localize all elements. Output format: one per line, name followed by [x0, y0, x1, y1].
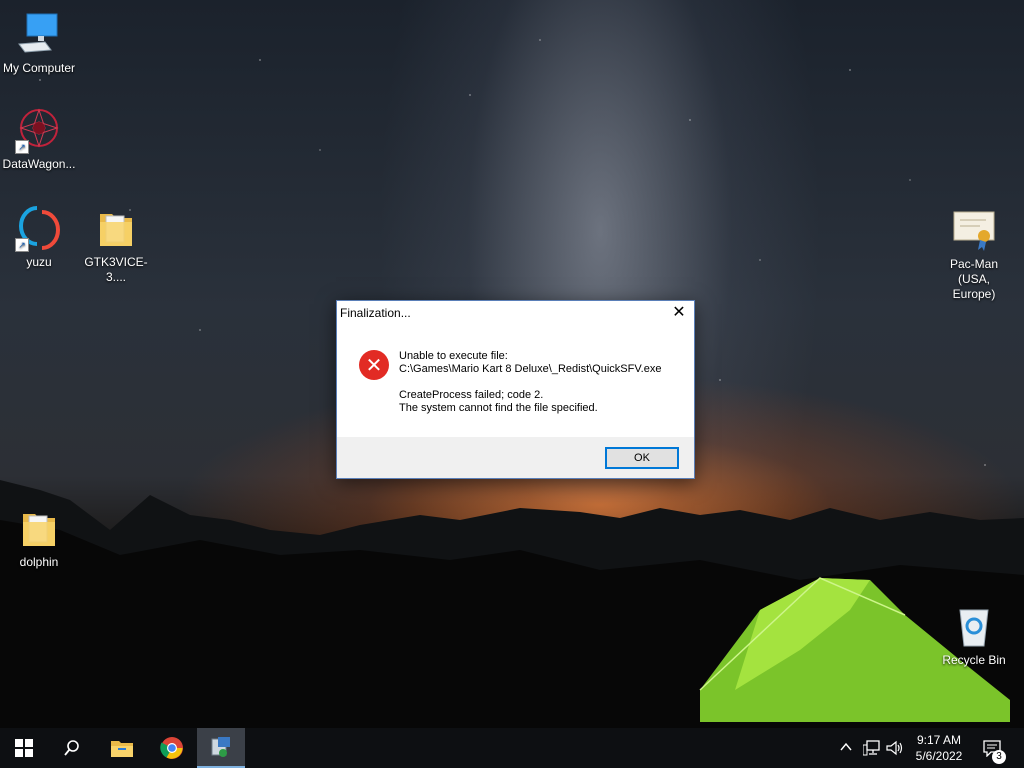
desktop-icon-dolphin[interactable]: dolphin	[1, 504, 77, 570]
desktop-icon-label: My Computer	[2, 61, 76, 75]
desktop-icon-label: Pac-Man (USA, Europe)	[949, 257, 999, 301]
windows-logo-icon	[15, 739, 33, 757]
desktop-icon-pac-man[interactable]: Pac-Man (USA, Europe)	[936, 206, 1012, 302]
error-icon: ✕	[359, 350, 389, 380]
recycle-bin-icon	[950, 602, 998, 650]
message-line: The system cannot find the file specifie…	[399, 402, 598, 414]
desktop-icon-my-computer[interactable]: My Computer	[1, 10, 77, 76]
chrome-icon	[160, 737, 183, 759]
clock-date: 5/6/2022	[915, 749, 963, 763]
desktop-icon-gtk3vice[interactable]: GTK3VICE-3....	[78, 204, 154, 285]
desktop-icon-label: DataWagon...	[2, 157, 76, 171]
dialog-body: ✕ Unable to execute file: C:\Games\Mario…	[337, 325, 694, 437]
desktop-icon-label: dolphin	[19, 555, 59, 569]
message-line: Unable to execute file:	[399, 350, 508, 362]
notification-count-badge: 3	[992, 750, 1006, 764]
desktop-icon-label: yuzu	[26, 255, 52, 269]
computer-icon	[15, 10, 63, 58]
message-line: CreateProcess failed; code 2.	[399, 389, 544, 401]
dialog-title: Finalization...	[340, 306, 411, 320]
clock[interactable]: 9:17 AM 5/6/2022	[908, 732, 970, 764]
folder-icon	[111, 741, 133, 757]
file-explorer-button[interactable]	[98, 728, 146, 768]
taskbar: 9:17 AM 5/6/2022 3	[0, 728, 1024, 768]
folder-icon	[15, 504, 63, 552]
close-button[interactable]: ✕	[664, 301, 694, 325]
desktop-icon-label: GTK3VICE-3....	[84, 255, 148, 284]
ok-button[interactable]: OK	[605, 447, 679, 469]
installer-button[interactable]	[197, 728, 245, 768]
dialog-message: Unable to execute file: C:\Games\Mario K…	[399, 350, 661, 415]
volume-icon[interactable]	[886, 740, 904, 756]
message-file-path: C:\Games\Mario Kart 8 Deluxe\_Redist\Qui…	[399, 363, 662, 375]
network-icon[interactable]	[863, 740, 881, 756]
chrome-button[interactable]	[148, 728, 196, 768]
chevron-up-icon[interactable]	[840, 742, 852, 752]
search-icon	[64, 740, 79, 756]
desktop-icon-datawagon[interactable]: ↗ DataWagon...	[1, 106, 77, 172]
datawagon-icon: ↗	[15, 106, 63, 154]
search-button[interactable]	[48, 728, 96, 768]
wallpaper-landscape	[0, 480, 1024, 730]
certificate-file-icon	[950, 206, 998, 254]
desktop-icon-recycle-bin[interactable]: Recycle Bin	[936, 602, 1012, 668]
shortcut-arrow-icon: ↗	[15, 238, 29, 252]
start-button[interactable]	[0, 728, 48, 768]
installer-icon	[211, 737, 230, 757]
clock-time: 9:17 AM	[916, 733, 962, 747]
yuzu-icon: ↗	[15, 204, 63, 252]
folder-icon	[92, 204, 140, 252]
desktop-icon-yuzu[interactable]: ↗ yuzu	[1, 204, 77, 270]
error-dialog: Finalization... ✕ ✕ Unable to execute fi…	[336, 300, 695, 479]
desktop-icon-label: Recycle Bin	[942, 653, 1006, 667]
dialog-footer: OK	[337, 437, 694, 478]
shortcut-arrow-icon: ↗	[15, 140, 29, 154]
